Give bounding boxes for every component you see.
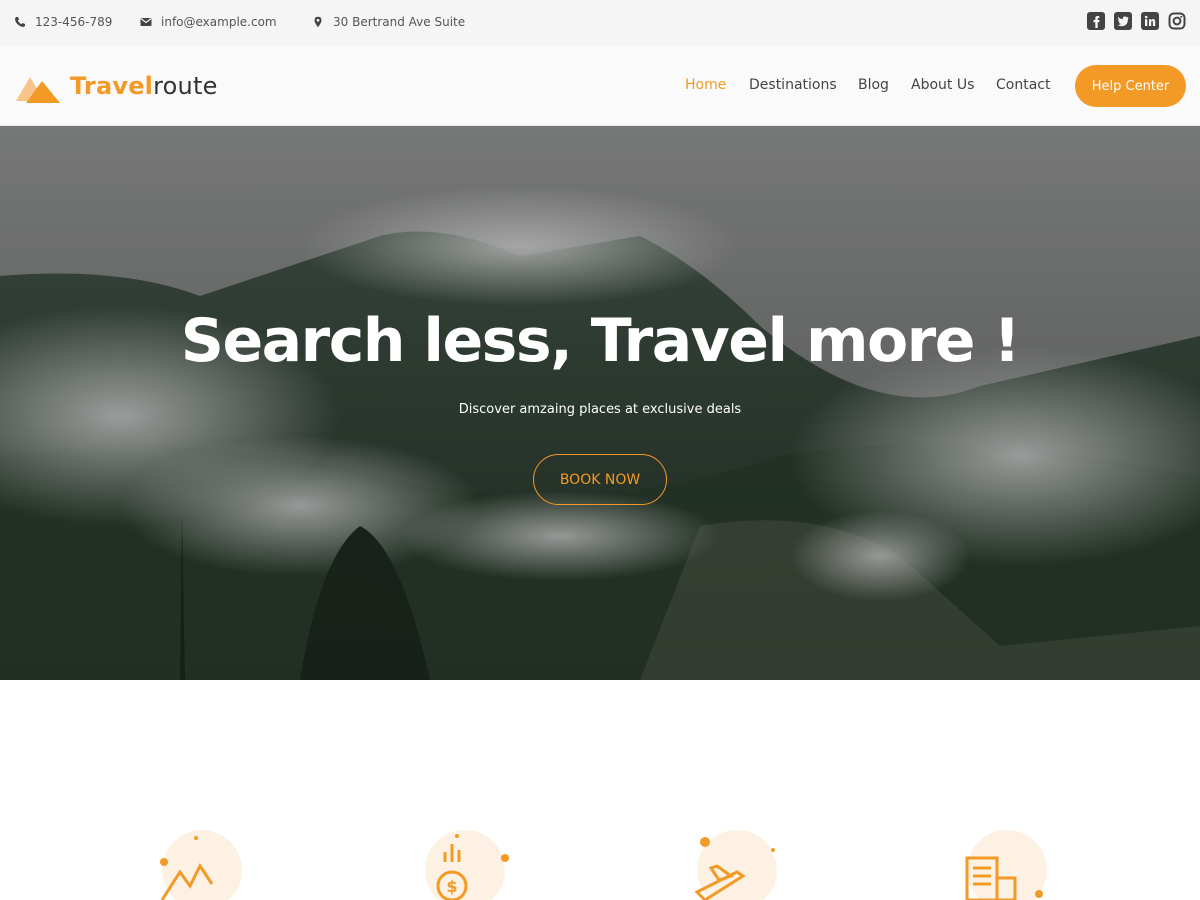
help-center-button[interactable]: Help Center <box>1075 65 1186 107</box>
address-contact[interactable]: 30 Bertrand Ave Suite <box>312 15 465 29</box>
phone-number: 123-456-789 <box>35 15 113 29</box>
nav-about-us[interactable]: About Us <box>911 77 974 93</box>
email-address: info@example.com <box>161 15 277 29</box>
mountain-logo-icon[interactable] <box>14 70 62 106</box>
hero-banner: Search less, Travel more ! Discover amza… <box>0 126 1200 680</box>
hero-subtitle: Discover amzaing places at exclusive dea… <box>458 402 742 417</box>
phone-contact[interactable]: 123-456-789 <box>14 15 112 29</box>
buildings-icon <box>965 830 1047 900</box>
brand-logo-text[interactable]: Travelroute <box>70 72 218 100</box>
phone-icon <box>15 17 25 27</box>
nav-destinations[interactable]: Destinations <box>749 77 837 93</box>
airplane-icon <box>694 830 777 900</box>
svg-text:$: $ <box>446 877 457 896</box>
site-header: Travelroute Home Destinations Blog About… <box>0 46 1200 126</box>
nav-home[interactable]: Home <box>685 77 726 93</box>
nav-contact[interactable]: Contact <box>996 77 1050 93</box>
features-section: $ <box>0 680 1200 900</box>
email-contact[interactable]: info@example.com <box>140 15 277 29</box>
hero-title: Search less, Travel more ! <box>180 306 1021 376</box>
mail-icon <box>140 18 152 26</box>
twitter-icon[interactable] <box>1114 12 1132 30</box>
nav-blog[interactable]: Blog <box>858 77 889 93</box>
address-text: 30 Bertrand Ave Suite <box>333 15 466 29</box>
top-bar: 123-456-789 info@example.com 30 Bertrand… <box>0 0 1200 46</box>
mountains-icon <box>160 830 242 900</box>
location-icon <box>314 16 322 28</box>
linkedin-icon[interactable] <box>1141 12 1159 30</box>
facebook-icon[interactable] <box>1087 12 1105 30</box>
book-now-button[interactable]: BOOK NOW <box>533 454 667 505</box>
money-growth-icon: $ <box>425 830 509 900</box>
instagram-icon[interactable] <box>1168 12 1186 30</box>
